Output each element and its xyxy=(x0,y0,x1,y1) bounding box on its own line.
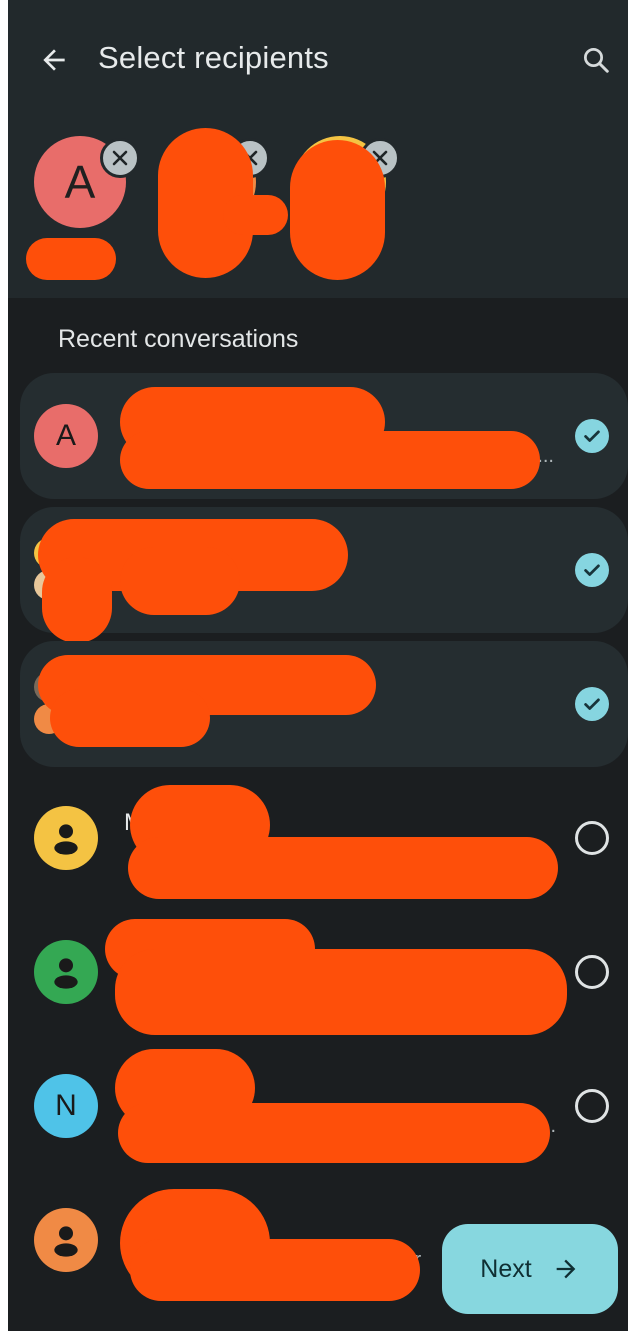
avatar: A xyxy=(34,404,98,468)
redaction xyxy=(42,557,112,643)
next-label: Next xyxy=(480,1254,532,1283)
arrow-left-icon xyxy=(43,49,65,71)
conversation-row[interactable] xyxy=(20,641,628,767)
redaction xyxy=(130,1239,420,1301)
person-icon xyxy=(54,958,78,989)
top-app-bar: Select recipients A xyxy=(8,0,628,298)
conversation-row[interactable]: e xyxy=(20,507,628,643)
screen: Select recipients A Recent conversations… xyxy=(8,0,628,1331)
selected-checkmark[interactable] xyxy=(575,553,609,587)
back-button[interactable] xyxy=(32,38,76,82)
avatar xyxy=(34,806,98,870)
avatar xyxy=(34,940,98,1004)
redaction xyxy=(115,949,567,1035)
search-button[interactable] xyxy=(574,38,618,82)
redaction xyxy=(120,431,540,489)
arrow-right-icon xyxy=(556,1259,576,1279)
check-icon xyxy=(584,698,600,710)
conversation-row[interactable] xyxy=(20,909,628,1035)
selected-checkmark[interactable] xyxy=(575,419,609,453)
page-title: Select recipients xyxy=(98,40,329,75)
next-button[interactable]: Next xyxy=(442,1224,618,1314)
redaction xyxy=(128,837,558,899)
close-icon xyxy=(112,150,128,166)
check-icon xyxy=(584,564,600,576)
redaction xyxy=(118,1103,550,1163)
redaction xyxy=(120,547,240,615)
redaction xyxy=(290,140,385,280)
redaction xyxy=(223,195,288,235)
section-label: Recent conversations xyxy=(58,325,299,353)
select-radio[interactable] xyxy=(575,955,609,989)
avatar xyxy=(34,1208,98,1272)
person-icon xyxy=(54,824,78,855)
select-radio[interactable] xyxy=(575,1089,609,1123)
person-icon xyxy=(54,1226,78,1257)
conversation-row[interactable]: N . xyxy=(20,1043,628,1169)
selected-checkmark[interactable] xyxy=(575,687,609,721)
check-icon xyxy=(584,430,600,442)
redaction xyxy=(50,689,210,747)
remove-chip-button[interactable] xyxy=(100,138,140,178)
redaction xyxy=(26,238,116,280)
avatar: N xyxy=(34,1074,98,1138)
conversation-row[interactable]: A t... xyxy=(20,373,628,499)
select-radio[interactable] xyxy=(575,821,609,855)
search-icon xyxy=(584,48,609,73)
conversation-row[interactable]: M xyxy=(20,775,628,901)
